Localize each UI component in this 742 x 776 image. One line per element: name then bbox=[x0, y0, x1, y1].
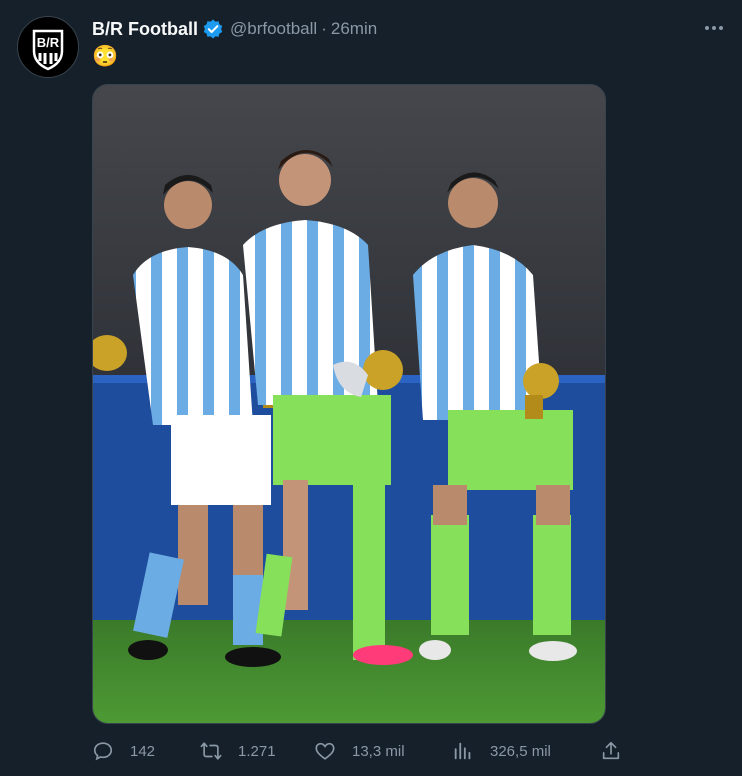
author-name[interactable]: B/R Football bbox=[92, 19, 198, 40]
like-count: 13,3 mil bbox=[352, 742, 405, 760]
svg-text:B/R: B/R bbox=[37, 35, 60, 50]
author-avatar[interactable]: B/R bbox=[17, 16, 79, 78]
players-photo-illustration bbox=[93, 85, 605, 723]
view-count: 326,5 mil bbox=[490, 742, 551, 760]
reply-icon bbox=[92, 740, 114, 762]
like-button[interactable]: 13,3 mil bbox=[314, 736, 405, 766]
retweet-button[interactable]: 1.271 bbox=[200, 736, 276, 766]
more-options-icon[interactable] bbox=[702, 18, 726, 38]
share-button[interactable] bbox=[600, 736, 622, 766]
heart-icon bbox=[314, 740, 336, 762]
br-logo-icon: B/R bbox=[32, 29, 64, 71]
separator-dot: · bbox=[321, 19, 327, 38]
retweet-icon bbox=[200, 740, 222, 762]
share-icon bbox=[600, 740, 622, 762]
reply-button[interactable]: 142 bbox=[92, 736, 155, 766]
reply-count: 142 bbox=[130, 742, 156, 760]
tweet-article: B/R B/R Football @brfootball · 26min 😳 1… bbox=[0, 0, 742, 776]
tweet-text: 😳 bbox=[92, 45, 119, 68]
analytics-icon bbox=[452, 740, 474, 762]
retweet-count: 1.271 bbox=[238, 742, 276, 760]
author-handle[interactable]: @brfootball bbox=[230, 19, 317, 39]
tweet-actions: 142 1.271 13,3 mil 326,5 mil bbox=[92, 736, 630, 766]
tweet-header: B/R Football @brfootball · 26min bbox=[92, 17, 377, 41]
tweet-photo[interactable] bbox=[92, 84, 606, 724]
tweet-timestamp[interactable]: 26min bbox=[331, 19, 377, 39]
verified-badge-icon[interactable] bbox=[202, 18, 224, 40]
views-button[interactable]: 326,5 mil bbox=[452, 736, 551, 766]
